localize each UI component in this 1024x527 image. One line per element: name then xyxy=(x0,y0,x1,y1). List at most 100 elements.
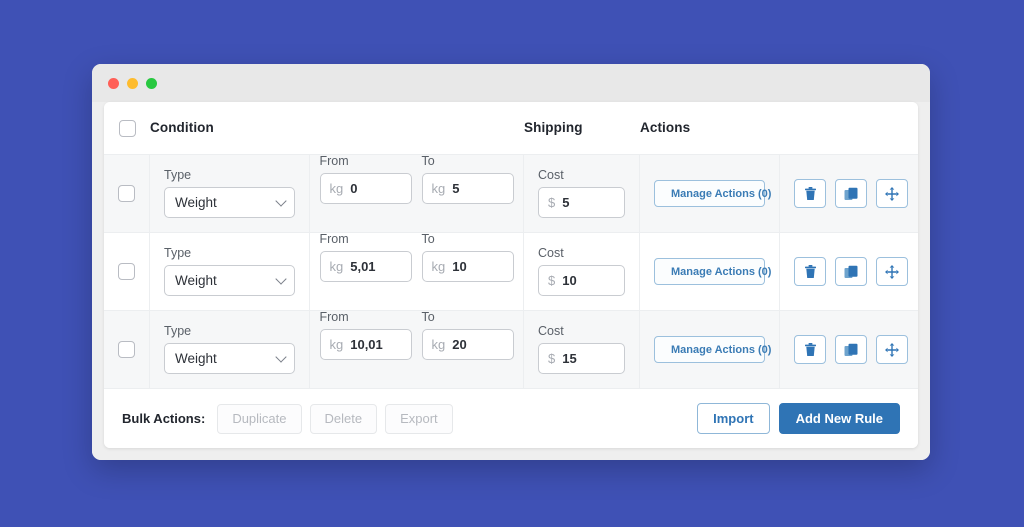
move-icon xyxy=(885,264,899,279)
row-tools-cell xyxy=(780,155,918,232)
duplicate-rule-button[interactable] xyxy=(835,257,867,286)
manage-actions-label: Manage Actions (0) xyxy=(671,187,772,200)
bulk-duplicate-button[interactable]: Duplicate xyxy=(217,403,302,434)
bulk-actions-label: Bulk Actions: xyxy=(122,411,206,426)
import-button[interactable]: Import xyxy=(697,403,770,434)
manage-actions-button[interactable]: Manage Actions (0) xyxy=(654,336,771,363)
type-select[interactable]: Weight xyxy=(164,264,295,296)
type-select-value: Weight xyxy=(175,350,217,366)
close-window-button[interactable] xyxy=(108,77,119,89)
type-select[interactable]: Weight xyxy=(164,342,295,374)
row-select-checkbox[interactable] xyxy=(118,341,135,358)
cost-cell: Cost $ 15 xyxy=(524,311,640,388)
to-label: To xyxy=(421,232,435,246)
delete-rule-button[interactable] xyxy=(794,257,826,286)
manage-actions-label: Manage Actions (0) xyxy=(671,343,772,356)
from-value: 10,01 xyxy=(350,336,383,352)
from-unit-prefix: kg xyxy=(329,180,344,196)
minimize-window-button[interactable] xyxy=(127,77,138,89)
reorder-rule-handle[interactable] xyxy=(876,179,908,208)
to-input[interactable]: kg 5 xyxy=(421,172,514,204)
add-new-rule-button[interactable]: Add New Rule xyxy=(778,403,900,434)
to-field: To kg 5 xyxy=(421,154,514,232)
delete-rule-button[interactable] xyxy=(794,179,826,208)
duplicate-icon xyxy=(844,343,858,356)
manage-actions-label: Manage Actions (0) xyxy=(671,265,772,278)
from-unit-prefix: kg xyxy=(329,336,344,352)
footer-primary-actions: Import Add New Rule xyxy=(697,403,900,434)
row-select-cell xyxy=(104,155,150,232)
to-value: 20 xyxy=(452,336,467,352)
cost-input[interactable]: $ 15 xyxy=(538,342,625,374)
to-unit-prefix: kg xyxy=(431,180,446,196)
duplicate-icon xyxy=(844,187,858,200)
delete-rule-button[interactable] xyxy=(794,335,826,364)
bulk-actions-bar: Bulk Actions: Duplicate Delete Export Im… xyxy=(104,388,918,448)
row-select-checkbox[interactable] xyxy=(118,185,135,202)
reorder-rule-handle[interactable] xyxy=(876,257,908,286)
from-field: From kg 0 xyxy=(319,154,412,232)
cost-value: 10 xyxy=(562,272,577,288)
chevron-down-icon xyxy=(275,195,287,208)
type-select[interactable]: Weight xyxy=(164,186,295,218)
app-window: Condition Shipping Actions Type Weight F… xyxy=(92,64,930,460)
type-cell: Type Weight xyxy=(150,155,310,232)
bulk-export-button[interactable]: Export xyxy=(385,403,453,434)
row-select-checkbox[interactable] xyxy=(118,263,135,280)
cost-currency-prefix: $ xyxy=(548,194,556,210)
from-input[interactable]: kg 5,01 xyxy=(319,250,412,282)
cost-label: Cost xyxy=(538,246,564,261)
from-field: From kg 10,01 xyxy=(319,310,412,388)
cost-cell: Cost $ 10 xyxy=(524,233,640,310)
header-shipping-label: Shipping xyxy=(524,120,583,135)
type-label: Type xyxy=(164,246,192,261)
to-unit-prefix: kg xyxy=(431,336,446,352)
to-input[interactable]: kg 20 xyxy=(421,328,514,360)
cost-cell: Cost $ 5 xyxy=(524,155,640,232)
from-label: From xyxy=(319,154,349,168)
range-cell: From kg 5,01 To kg 10 xyxy=(310,232,524,310)
cost-currency-prefix: $ xyxy=(548,272,556,288)
from-input[interactable]: kg 10,01 xyxy=(319,328,412,360)
to-input[interactable]: kg 10 xyxy=(421,250,514,282)
duplicate-rule-button[interactable] xyxy=(835,335,867,364)
select-all-checkbox[interactable] xyxy=(118,119,136,137)
cost-input[interactable]: $ 10 xyxy=(538,264,625,296)
chevron-down-icon xyxy=(275,273,287,286)
maximize-window-button[interactable] xyxy=(146,77,157,89)
table-row: Type Weight From kg 5,01 To kg 10 Cost $… xyxy=(104,232,918,310)
reorder-rule-handle[interactable] xyxy=(876,335,908,364)
move-icon xyxy=(885,342,899,357)
duplicate-icon xyxy=(844,265,858,278)
move-icon xyxy=(885,186,899,201)
manage-actions-cell: Manage Actions (0) xyxy=(640,155,780,232)
to-unit-prefix: kg xyxy=(431,258,446,274)
duplicate-rule-button[interactable] xyxy=(835,179,867,208)
manage-actions-button[interactable]: Manage Actions (0) xyxy=(654,180,771,207)
cost-value: 5 xyxy=(562,194,570,210)
cost-input[interactable]: $ 5 xyxy=(538,186,625,218)
window-titlebar xyxy=(92,64,930,102)
bulk-delete-button[interactable]: Delete xyxy=(309,403,378,434)
header-condition-label: Condition xyxy=(150,120,214,135)
table-row: Type Weight From kg 0 To kg 5 Cost $ 5 M… xyxy=(104,154,918,232)
table-row: Type Weight From kg 10,01 To kg 20 Cost … xyxy=(104,310,918,388)
header-condition: Condition xyxy=(150,119,524,137)
from-input[interactable]: kg 0 xyxy=(319,172,412,204)
from-value: 0 xyxy=(350,180,358,196)
row-tools-cell xyxy=(780,311,918,388)
row-select-cell xyxy=(104,311,150,388)
trash-icon xyxy=(804,186,816,200)
chevron-down-icon xyxy=(275,351,287,364)
from-field: From kg 5,01 xyxy=(319,232,412,310)
row-tools-cell xyxy=(780,233,918,310)
manage-actions-cell: Manage Actions (0) xyxy=(640,311,780,388)
trash-icon xyxy=(804,342,816,356)
from-unit-prefix: kg xyxy=(329,258,344,274)
header-actions-label: Actions xyxy=(640,120,691,135)
cost-label: Cost xyxy=(538,324,564,339)
from-value: 5,01 xyxy=(350,258,376,274)
type-select-value: Weight xyxy=(175,272,217,288)
type-select-value: Weight xyxy=(175,194,217,210)
manage-actions-button[interactable]: Manage Actions (0) xyxy=(654,258,771,285)
